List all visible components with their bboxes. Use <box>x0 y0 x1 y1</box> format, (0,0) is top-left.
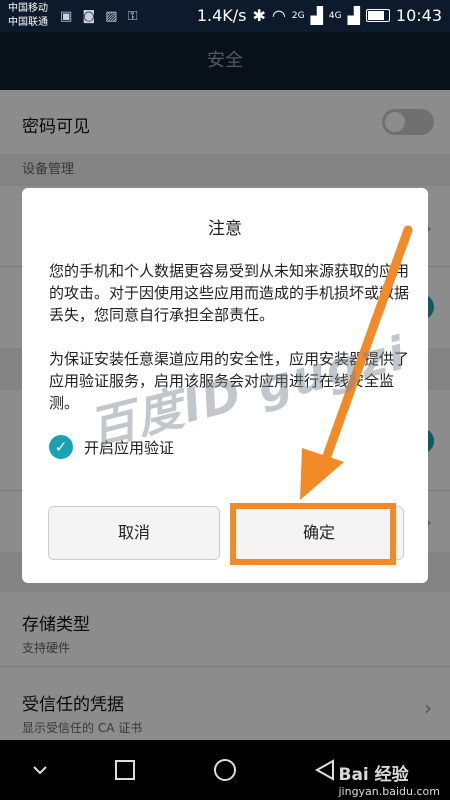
status-right: 1.4K/s ✱ ◠ 2G ▟ 4G ▟ 10:43 <box>197 6 442 25</box>
net-speed: 1.4K/s <box>196 6 247 25</box>
confirm-highlight-box <box>230 503 396 565</box>
gallery-icon: ▨ <box>105 9 121 24</box>
app-notification-icon: ▣ <box>60 9 76 24</box>
signal-icon: ▟ <box>310 6 323 25</box>
clock: 10:43 <box>395 6 442 25</box>
battery-icon <box>365 9 390 22</box>
carrier-2: 中国联通 <box>8 17 48 28</box>
carrier-labels: 中国移动 中国联通 <box>8 2 48 30</box>
baidu-watermark: Bai 经验 jingyan.baidu.com <box>338 760 440 798</box>
status-bar: 中国移动 中国联通 ▣ ◙ ▨ ⚿ 1.4K/s ✱ ◠ 2G ▟ 4G ▟ 1… <box>0 0 450 32</box>
dialog-paragraph-1: 您的手机和个人数据更容易受到从未知来源获取的应用的攻击。对于因使用这些应用而造成… <box>49 262 410 324</box>
bluetooth-icon: ✱ <box>252 6 266 25</box>
back-icon[interactable] <box>313 758 337 782</box>
wifi-icon: ◠ <box>271 6 286 25</box>
wechat-icon: ◙ <box>82 9 99 24</box>
dialog-title: 注意 <box>208 219 242 239</box>
carrier-1: 中国移动 <box>8 3 48 14</box>
collapse-icon[interactable] <box>28 758 52 782</box>
sim2-signal: 4G <box>328 10 342 21</box>
recent-apps-icon[interactable] <box>113 758 137 782</box>
watermark-url: jingyan.baidu.com <box>338 785 440 798</box>
checkbox-checked-icon[interactable]: ✓ <box>49 435 73 459</box>
signal-icon-2: ▟ <box>347 6 360 25</box>
lock-icon: ⚿ <box>127 9 141 24</box>
cancel-button[interactable]: 取消 <box>48 506 220 560</box>
sim1-signal: 2G <box>291 10 305 21</box>
home-icon[interactable] <box>213 758 237 782</box>
notification-icons: ▣ ◙ ▨ ⚿ <box>60 9 141 24</box>
watermark-brand: Bai 经验 <box>338 765 409 785</box>
